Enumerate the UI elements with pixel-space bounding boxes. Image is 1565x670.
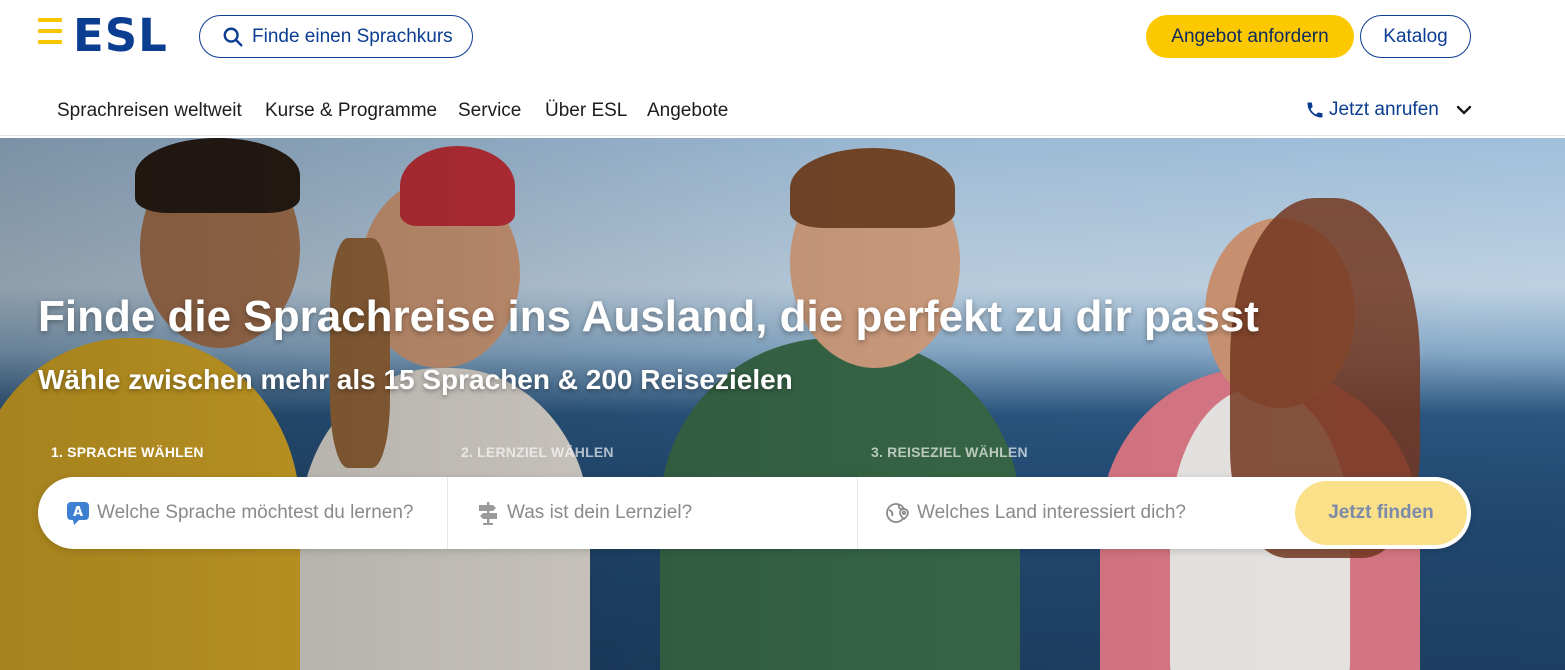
step-1-label: 1. SPRACHE WÄHLEN xyxy=(51,444,204,460)
svg-text:A: A xyxy=(73,505,83,520)
top-bar: ESL Finde einen Sprachkurs Angebot anfor… xyxy=(0,0,1565,78)
hero-title: Finde die Sprachreise ins Ausland, die p… xyxy=(38,292,1259,341)
step-3-label: 3. REISEZIEL WÄHLEN xyxy=(871,444,1028,460)
nav-item-sprachreisen[interactable]: Sprachreisen weltweit xyxy=(57,100,242,122)
chevron-down-icon[interactable] xyxy=(1452,98,1476,122)
call-label: Jetzt anrufen xyxy=(1329,99,1439,120)
nav-item-ueber-esl[interactable]: Über ESL xyxy=(545,100,627,122)
language-icon: A xyxy=(67,502,89,525)
course-search-label: Finde einen Sprachkurs xyxy=(252,25,453,47)
step-2-label: 2. LERNZIEL WÄHLEN xyxy=(461,444,614,460)
nav-item-service[interactable]: Service xyxy=(458,100,521,122)
phone-icon xyxy=(1307,102,1323,118)
language-placeholder: Welche Sprache möchtest du lernen? xyxy=(97,502,414,523)
nav-item-kurse[interactable]: Kurse & Programme xyxy=(265,100,437,122)
call-link[interactable]: Jetzt anrufen xyxy=(1305,99,1439,121)
signpost-icon xyxy=(479,502,497,525)
globe-pin-icon xyxy=(886,503,909,523)
search-icon xyxy=(223,27,243,46)
main-navigation: Sprachreisen weltweit Kurse & Programme … xyxy=(0,88,1565,136)
request-offer-button[interactable]: Angebot anfordern xyxy=(1146,15,1354,58)
course-search-button[interactable]: Finde einen Sprachkurs xyxy=(199,15,473,58)
catalog-button[interactable]: Katalog xyxy=(1360,15,1471,58)
find-button[interactable]: Jetzt finden xyxy=(1295,481,1467,545)
destination-field[interactable]: Welches Land interessiert dich? xyxy=(858,477,1293,549)
learning-goal-placeholder: Was ist dein Lernziel? xyxy=(507,502,693,523)
language-field[interactable]: A Welche Sprache möchtest du lernen? xyxy=(38,477,448,549)
hero-subtitle: Wähle zwischen mehr als 15 Sprachen & 20… xyxy=(38,364,793,395)
destination-placeholder: Welches Land interessiert dich? xyxy=(917,502,1186,523)
learning-goal-field[interactable]: Was ist dein Lernziel? xyxy=(448,477,858,549)
nav-item-angebote[interactable]: Angebote xyxy=(647,100,728,122)
menu-icon[interactable] xyxy=(38,18,62,48)
esl-logo[interactable]: ESL xyxy=(73,8,168,64)
hero-overlay xyxy=(0,138,1565,670)
course-finder: A Welche Sprache möchtest du lernen? Was… xyxy=(38,477,1471,549)
hero-section: Finde die Sprachreise ins Ausland, die p… xyxy=(0,138,1565,670)
